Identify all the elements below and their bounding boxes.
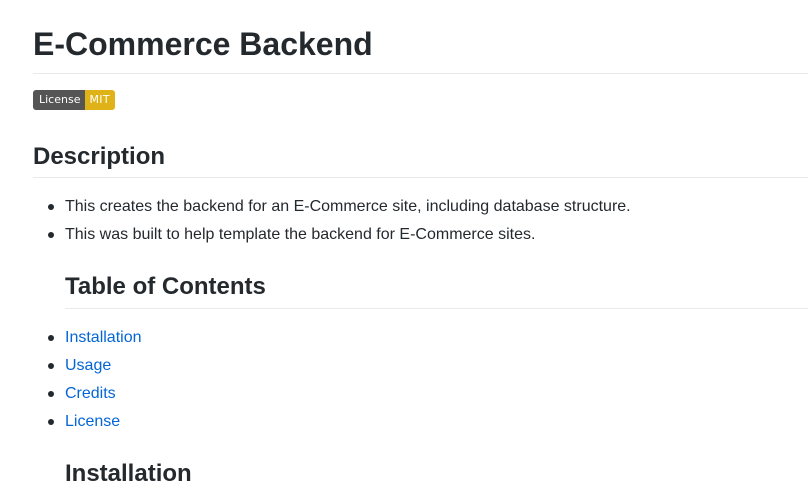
description-list: This creates the backend for an E-Commer… xyxy=(33,193,631,249)
list-item: Usage xyxy=(33,352,142,380)
bullet-icon xyxy=(48,391,54,397)
list-item: This was built to help template the back… xyxy=(33,221,631,249)
list-item: Credits xyxy=(33,380,142,408)
bullet-icon xyxy=(48,363,54,369)
description-heading: Description xyxy=(33,143,166,170)
badge-label: License xyxy=(33,90,86,110)
installation-heading: Installation xyxy=(65,460,192,487)
toc-heading: Table of Contents xyxy=(65,273,266,300)
list-item: This creates the backend for an E-Commer… xyxy=(33,193,631,221)
page-title: E-Commerce Backend xyxy=(33,26,373,62)
badge-value: MIT xyxy=(85,90,115,110)
license-badge[interactable]: License MIT xyxy=(33,90,115,110)
description-item-text: This was built to help template the back… xyxy=(65,226,536,243)
bullet-icon xyxy=(48,204,54,210)
toc-link-usage[interactable]: Usage xyxy=(65,357,111,374)
description-item-text: This creates the backend for an E-Commer… xyxy=(65,198,631,215)
list-item: License xyxy=(33,408,142,436)
toc-list: Installation Usage Credits License xyxy=(33,324,142,436)
toc-link-credits[interactable]: Credits xyxy=(65,385,116,402)
toc-divider xyxy=(65,308,808,309)
toc-link-license[interactable]: License xyxy=(65,413,120,430)
toc-link-installation[interactable]: Installation xyxy=(65,329,142,346)
title-divider xyxy=(33,73,808,74)
bullet-icon xyxy=(48,419,54,425)
list-item: Installation xyxy=(33,324,142,352)
bullet-icon xyxy=(48,335,54,341)
bullet-icon xyxy=(48,232,54,238)
description-divider xyxy=(33,177,808,178)
